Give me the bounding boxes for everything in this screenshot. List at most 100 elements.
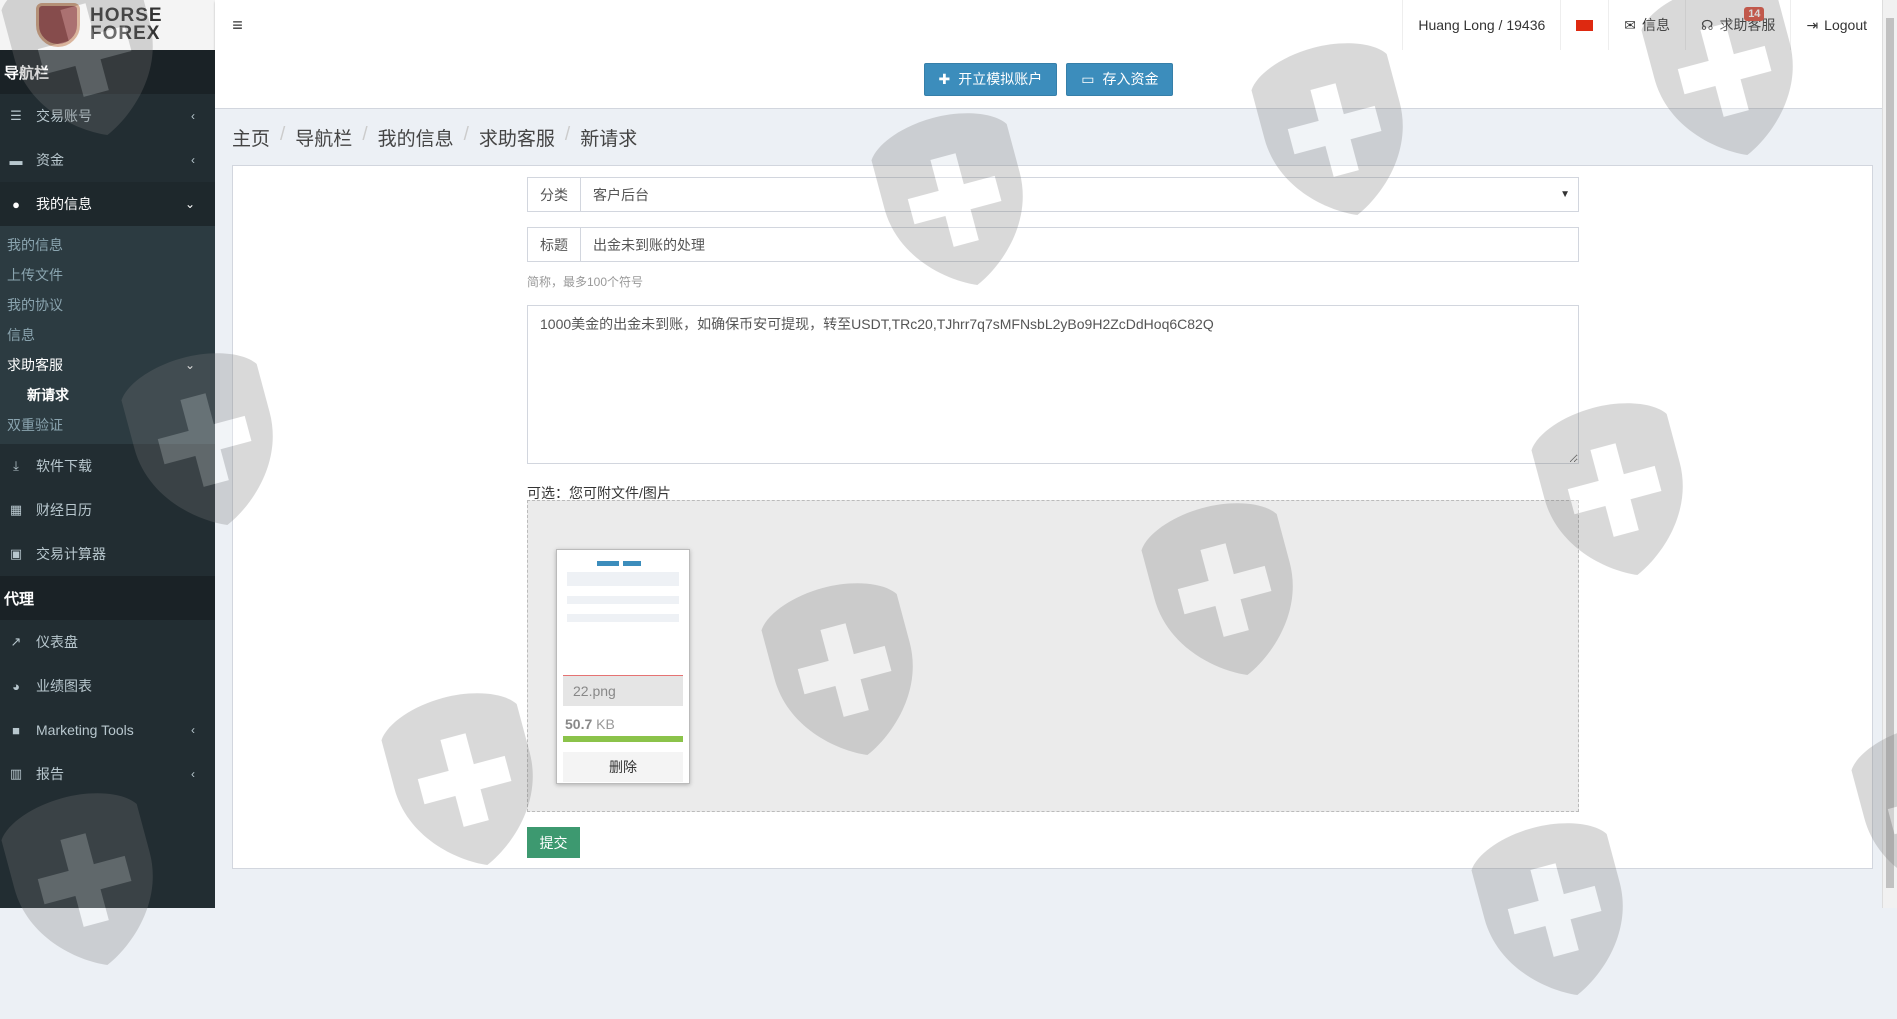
- file-size: 50.7 KB: [563, 706, 683, 736]
- size-number: 50.7: [565, 716, 593, 732]
- crumb-support[interactable]: 求助客服: [479, 124, 555, 151]
- label: 财经日历: [36, 502, 92, 518]
- title-hint: 简称，最多100个符号: [527, 275, 644, 289]
- size-unit: KB: [596, 716, 615, 732]
- chevron-down-icon: ⌄: [184, 358, 195, 372]
- support-link[interactable]: ☊ 求助客服 14: [1685, 0, 1790, 50]
- label: 信息: [1642, 17, 1670, 33]
- title-label: 标题: [528, 228, 581, 261]
- chevron-left-icon: ‹: [191, 109, 195, 123]
- sub-support[interactable]: 求助客服 ⌄: [0, 350, 215, 380]
- crumb-home[interactable]: 主页: [232, 124, 270, 151]
- label: 资金: [36, 152, 64, 168]
- label: 求助客服: [7, 357, 63, 373]
- plus-icon: ✚: [938, 70, 951, 87]
- category-label: 分类: [528, 178, 581, 211]
- crumb-nav[interactable]: 导航栏: [295, 124, 352, 151]
- credit-card-icon: ▭: [1081, 70, 1095, 87]
- label: 存入资金: [1102, 71, 1159, 87]
- briefcase-icon: ■: [12, 722, 20, 738]
- remove-file-button[interactable]: 删除: [563, 752, 683, 782]
- selected-value: 客户后台: [593, 186, 649, 203]
- category-field: 分类 客户后台 ▼: [527, 177, 1579, 212]
- menu-toggle-icon[interactable]: ≡: [215, 15, 260, 36]
- sub-upload-files[interactable]: 上传文件: [0, 260, 215, 290]
- logo-badge: [36, 3, 80, 47]
- sidebar-item-reports[interactable]: ▥ 报告 ‹: [0, 752, 215, 796]
- agent-header: 代理: [0, 576, 215, 620]
- chevron-left-icon: ‹: [191, 767, 195, 781]
- sub-new-request[interactable]: 新请求: [0, 380, 215, 410]
- headset-icon: ☊: [1701, 16, 1714, 33]
- sidebar-item-dashboard[interactable]: ↗ 仪表盘: [0, 620, 215, 664]
- label: 开立模拟账户: [958, 71, 1043, 87]
- progress-fill: [563, 736, 683, 742]
- china-flag-icon: [1576, 19, 1594, 31]
- bar-chart-icon: ▥: [9, 766, 23, 781]
- label: 交易账号: [36, 108, 92, 124]
- user-account[interactable]: Huang Long / 19436: [1402, 0, 1560, 50]
- sidebar-item-performance[interactable]: ◕ 业绩图表: [0, 664, 215, 708]
- user-icon: ●: [12, 196, 20, 212]
- sidebar-item-downloads[interactable]: ⤓ 软件下载: [0, 444, 215, 488]
- request-form-panel: 分类 客户后台 ▼ 标题 出金未到账的处理 简称，最多100个符号 1000美金的…: [232, 165, 1873, 869]
- line-chart-icon: ↗: [10, 634, 22, 649]
- file-dropzone[interactable]: 22.png 50.7 KB 删除: [527, 500, 1579, 812]
- page-scrollbar[interactable]: [1882, 0, 1897, 908]
- sub-my-agreements[interactable]: 我的协议: [0, 290, 215, 320]
- envelope-icon: ✉: [1624, 16, 1636, 33]
- chevron-down-icon: ⌄: [184, 197, 195, 211]
- sidebar-item-marketing-tools[interactable]: ■ Marketing Tools ‹: [0, 708, 215, 752]
- caret-down-icon: ▼: [1560, 189, 1570, 200]
- sidebar-item-trading-accounts[interactable]: ☰ 交易账号 ‹: [0, 94, 215, 138]
- nav-header: 导航栏: [0, 50, 215, 94]
- label: 报告: [36, 766, 64, 782]
- scrollbar-thumb[interactable]: [1886, 18, 1894, 888]
- upload-progress-bar: [563, 736, 683, 742]
- file-name: 22.png: [563, 676, 683, 706]
- chevron-left-icon: ‹: [191, 723, 195, 737]
- sub-messages[interactable]: 信息: [0, 320, 215, 350]
- list-icon: ☰: [10, 108, 22, 123]
- download-icon: ⤓: [13, 458, 19, 473]
- label: 软件下载: [36, 458, 92, 474]
- calculator-icon: ▣: [9, 546, 23, 561]
- calendar-icon: ▦: [9, 502, 23, 517]
- brand-line2: FOREX: [90, 23, 161, 44]
- image-thumbnail: [563, 556, 683, 676]
- title-field: 标题 出金未到账的处理: [527, 227, 1579, 262]
- sub-my-info[interactable]: 我的信息: [0, 230, 215, 260]
- logout-link[interactable]: ⇥ Logout: [1790, 0, 1882, 50]
- logo[interactable]: HORSE FOREX: [0, 0, 215, 50]
- sidebar: HORSE FOREX 导航栏 ☰ 交易账号 ‹ ▬ 资金 ‹ ● 我的信息 ⌄ 我的信息 上…: [0, 0, 215, 908]
- submit-button[interactable]: 提交: [527, 827, 580, 858]
- sign-out-icon: ⇥: [1806, 16, 1819, 33]
- label: 交易计算器: [36, 546, 106, 562]
- wallet-icon: ▬: [9, 152, 23, 168]
- language-selector[interactable]: [1560, 0, 1608, 50]
- label: 仪表盘: [36, 634, 78, 650]
- label: 我的信息: [36, 196, 92, 212]
- label: 业绩图表: [36, 678, 92, 694]
- chevron-left-icon: ‹: [191, 153, 195, 167]
- message-textarea[interactable]: 1000美金的出金未到账，如确保币安可提现，转至USDT,TRc20,TJhrr…: [527, 305, 1579, 464]
- breadcrumb: 主页 / 导航栏 / 我的信息 / 求助客服 / 新请求: [232, 124, 638, 151]
- sidebar-item-calculator[interactable]: ▣ 交易计算器: [0, 532, 215, 576]
- open-demo-account-button[interactable]: ✚ 开立模拟账户: [923, 62, 1058, 96]
- label: Logout: [1824, 17, 1867, 33]
- sidebar-item-my-info[interactable]: ● 我的信息 ⌄: [0, 182, 215, 226]
- support-badge: 14: [1744, 7, 1765, 21]
- sidebar-item-calendar[interactable]: ▦ 财经日历: [0, 488, 215, 532]
- title-input[interactable]: 出金未到账的处理: [581, 228, 1578, 261]
- category-select[interactable]: 客户后台 ▼: [581, 178, 1578, 211]
- action-bar: ✚ 开立模拟账户 ▭ 存入资金: [215, 50, 1882, 109]
- file-preview: 22.png 50.7 KB 删除: [556, 549, 690, 784]
- deposit-button[interactable]: ▭ 存入资金: [1066, 62, 1174, 96]
- label: Marketing Tools: [36, 722, 134, 738]
- sidebar-item-funds[interactable]: ▬ 资金 ‹: [0, 138, 215, 182]
- crumb-my-info[interactable]: 我的信息: [378, 124, 454, 151]
- messages-link[interactable]: ✉ 信息: [1608, 0, 1685, 50]
- submenu-my-info: 我的信息 上传文件 我的协议 信息 求助客服 ⌄ 新请求 双重验证: [0, 226, 215, 444]
- crumb-new-request: 新请求: [580, 129, 638, 150]
- sub-2fa[interactable]: 双重验证: [0, 410, 215, 440]
